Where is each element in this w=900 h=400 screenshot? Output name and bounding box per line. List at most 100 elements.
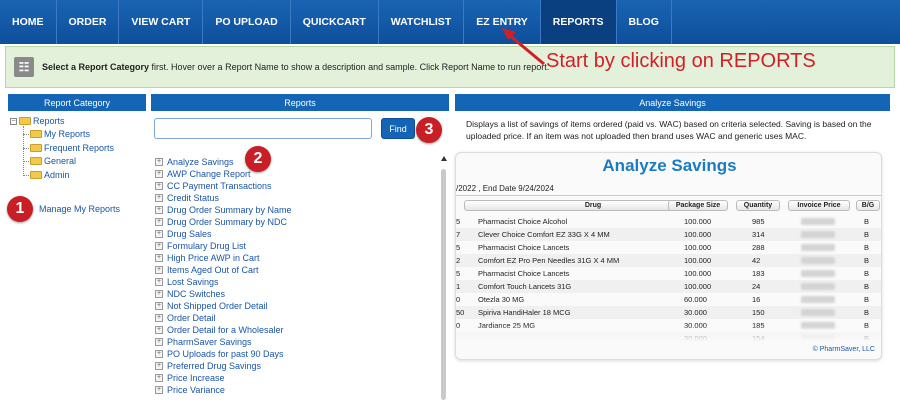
report-analyze-savings[interactable]: + Analyze Savings: [155, 156, 234, 168]
report-pharmsaver-savings[interactable]: + PharmSaver Savings: [155, 336, 252, 348]
report-cc-payment-transactions[interactable]: + CC Payment Transactions: [155, 180, 272, 192]
report-list-scrollbar[interactable]: [441, 156, 447, 400]
report-label: PO Uploads for past 90 Days: [167, 349, 284, 359]
cell-bg: B: [864, 282, 870, 291]
expand-icon: +: [155, 326, 163, 334]
sample-title: Analyze Savings: [602, 156, 737, 175]
cell-drug: Spiriva HandiHaler 18 MCG: [478, 308, 571, 317]
report-sample-preview: Analyze Savings /2022 , End Date 9/24/20…: [455, 152, 882, 360]
step-badge-1: 1: [7, 196, 33, 222]
cell-package-size: 100.000: [684, 243, 712, 252]
report-drug-order-summary-name[interactable]: + Drug Order Summary by Name: [155, 204, 292, 216]
report-credit-status[interactable]: + Credit Status: [155, 192, 219, 204]
cell-package-size: 100.000: [684, 256, 712, 265]
redacted-invoice-price: [801, 309, 835, 316]
expand-icon: +: [155, 254, 163, 262]
table-row: 5 Pharmacist Choice Alcohol 100.000 985 B: [456, 215, 881, 228]
folder-icon: [30, 171, 42, 179]
report-order-detail[interactable]: + Order Detail: [155, 312, 216, 324]
cell-lead: 2: [456, 256, 461, 265]
expand-icon: +: [155, 158, 163, 166]
tree-item-admin[interactable]: Admin: [30, 170, 70, 180]
redacted-invoice-price: [801, 244, 835, 251]
col-invoice-price: Invoice Price: [788, 200, 850, 211]
report-list: + Analyze Savings + AWP Change Report + CC …: [155, 156, 440, 400]
folder-icon: [19, 117, 31, 125]
tree-item-my-reports[interactable]: My Reports: [30, 129, 90, 139]
report-ndc-switches[interactable]: + NDC Switches: [155, 288, 225, 300]
expand-icon: +: [155, 314, 163, 322]
report-not-shipped-order-detail[interactable]: + Not Shipped Order Detail: [155, 300, 268, 312]
expand-icon: +: [155, 350, 163, 358]
report-price-variance[interactable]: + Price Variance: [155, 384, 225, 396]
cell-package-size: 100.000: [684, 217, 712, 226]
find-button[interactable]: Find: [381, 118, 415, 139]
nav-home[interactable]: HOME: [0, 0, 57, 44]
cell-bg: B: [864, 217, 870, 226]
notice-rest: first. Hover over a Report Name to show …: [149, 62, 550, 72]
report-lost-savings[interactable]: + Lost Savings: [155, 276, 219, 288]
cell-quantity: 314: [752, 230, 765, 239]
cell-lead: 5: [456, 243, 461, 252]
redacted-invoice-price: [801, 257, 835, 264]
tree-item-label: General: [44, 156, 77, 166]
report-formulary-drug-list[interactable]: + Formulary Drug List: [155, 240, 246, 252]
expand-icon: +: [155, 266, 163, 274]
scroll-up-icon[interactable]: [441, 156, 447, 161]
nav-blog[interactable]: BLOG: [617, 0, 672, 44]
tree-item-general[interactable]: General: [30, 156, 76, 166]
report-drug-order-summary-ndc[interactable]: + Drug Order Summary by NDC: [155, 216, 287, 228]
tree-item-label: Frequent Reports: [44, 143, 115, 153]
tree-item-label: My Reports: [44, 129, 91, 139]
report-search-input[interactable]: [154, 118, 372, 139]
report-drug-sales[interactable]: + Drug Sales: [155, 228, 212, 240]
collapse-icon[interactable]: −: [10, 117, 17, 125]
redacted-invoice-price: [801, 218, 835, 225]
report-label: PharmSaver Savings: [167, 337, 252, 347]
report-awp-change[interactable]: + AWP Change Report: [155, 168, 251, 180]
expand-icon: +: [155, 206, 163, 214]
scroll-thumb[interactable]: [441, 169, 446, 400]
cell-lead: 7: [456, 230, 461, 239]
expand-icon: +: [155, 170, 163, 178]
copyright-text: © PharmSaver, LLC: [812, 346, 875, 353]
report-label: Preferred Drug Savings: [167, 361, 262, 371]
report-label: AWP Change Report: [167, 169, 251, 179]
cell-bg: B: [864, 295, 870, 304]
folder-icon: [30, 144, 42, 152]
cell-bg: B: [864, 243, 870, 252]
analyze-savings-header: Analyze Savings: [455, 94, 890, 111]
tree-root-reports[interactable]: − Reports: [10, 116, 65, 126]
report-po-uploads-90-days[interactable]: + PO Uploads for past 90 Days: [155, 348, 284, 360]
report-order-detail-wholesaler[interactable]: + Order Detail for a Wholesaler: [155, 324, 284, 336]
nav-order[interactable]: ORDER: [57, 0, 120, 44]
table-row: 7 Clever Choice Comfort EZ 33G X 4 MM 100.…: [456, 228, 881, 241]
tree-item-label: Admin: [44, 170, 70, 180]
nav-quickcart[interactable]: QUICKCART: [291, 0, 379, 44]
cell-lead: 0: [456, 295, 461, 304]
cell-package-size: 100.000: [684, 282, 712, 291]
report-label: Price Variance: [167, 385, 225, 395]
nav-reports[interactable]: REPORTS: [540, 0, 617, 44]
cell-drug: Pharmacist Choice Lancets: [478, 243, 570, 252]
cell-drug: Clever Choice Comfort EZ 33G X 4 MM: [478, 230, 610, 239]
expand-icon: +: [155, 230, 163, 238]
expand-icon: +: [155, 338, 163, 346]
cell-lead: 50: [456, 308, 465, 317]
report-price-increase[interactable]: + Price Increase: [155, 372, 225, 384]
manage-my-reports-link[interactable]: Manage My Reports: [39, 204, 120, 214]
nav-po-upload[interactable]: PO UPLOAD: [203, 0, 291, 44]
report-high-price-awp[interactable]: + High Price AWP in Cart: [155, 252, 260, 264]
report-label: Order Detail: [167, 313, 216, 323]
nav-watchlist[interactable]: WATCHLIST: [379, 0, 465, 44]
cell-package-size: 60.000: [684, 295, 707, 304]
nav-view-cart[interactable]: VIEW CART: [119, 0, 204, 44]
report-label: CC Payment Transactions: [167, 181, 272, 191]
report-preferred-drug-savings[interactable]: + Preferred Drug Savings: [155, 360, 261, 372]
table-row: 50 Spiriva HandiHaler 18 MCG 30.000 150 B: [456, 306, 881, 319]
callout-arrow-icon: [502, 28, 545, 66]
report-items-aged-out[interactable]: + Items Aged Out of Cart: [155, 264, 259, 276]
expand-icon: +: [155, 278, 163, 286]
tree-item-frequent-reports[interactable]: Frequent Reports: [30, 143, 114, 153]
tree-root-label: Reports: [33, 116, 65, 126]
